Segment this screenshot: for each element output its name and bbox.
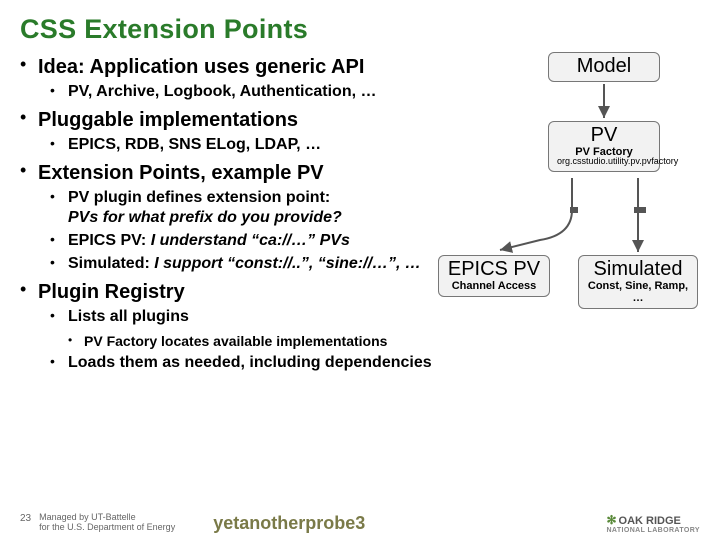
bullet-pluggable: Pluggable implementations: [38, 108, 298, 133]
bullet-idea-sub: PV, Archive, Logbook, Authentication, …: [68, 82, 376, 102]
footer-managed: Managed by UT-Battellefor the U.S. Depar…: [39, 513, 175, 533]
bullet-idea: Idea: Application uses generic API: [38, 55, 364, 80]
bullet-extpoints: Extension Points, example PV: [38, 161, 324, 186]
bullet-registry: Plugin Registry: [38, 280, 185, 305]
bullet-pluggable-sub: EPICS, RDB, SNS ELog, LDAP, …: [68, 135, 321, 155]
bullet-plugin-def: PV plugin defines extension point: PVs f…: [68, 188, 342, 228]
diagram-box-simulated: Simulated Const, Sine, Ramp, …: [578, 255, 698, 309]
bullet-simulated: Simulated: I support “const://..”, “sine…: [68, 254, 421, 274]
footer-probe: yetanotherprobe3: [213, 513, 365, 534]
bullet-registry-loads: Loads them as needed, including dependen…: [68, 353, 432, 373]
slide-number: 23: [20, 513, 31, 524]
diagram-box-epics: EPICS PV Channel Access: [438, 255, 550, 297]
bullet-epicspv: EPICS PV: I understand “ca://…” PVs: [68, 231, 350, 251]
bullet-list: • Idea: Application uses generic API • P…: [20, 55, 700, 373]
oakridge-logo: OAK RIDGE NATIONAL LABORATORY: [606, 513, 700, 534]
diagram-box-pv: PV PV Factory org.csstudio.utility.pv.pv…: [548, 121, 660, 172]
bullet-registry-lists: Lists all plugins: [68, 307, 189, 327]
slide-footer: 23 Managed by UT-Battellefor the U.S. De…: [0, 513, 720, 534]
bullet-registry-factory: PV Factory locates available implementat…: [84, 333, 387, 349]
slide-title: CSS Extension Points: [20, 14, 700, 45]
diagram-box-model: Model: [548, 52, 660, 82]
